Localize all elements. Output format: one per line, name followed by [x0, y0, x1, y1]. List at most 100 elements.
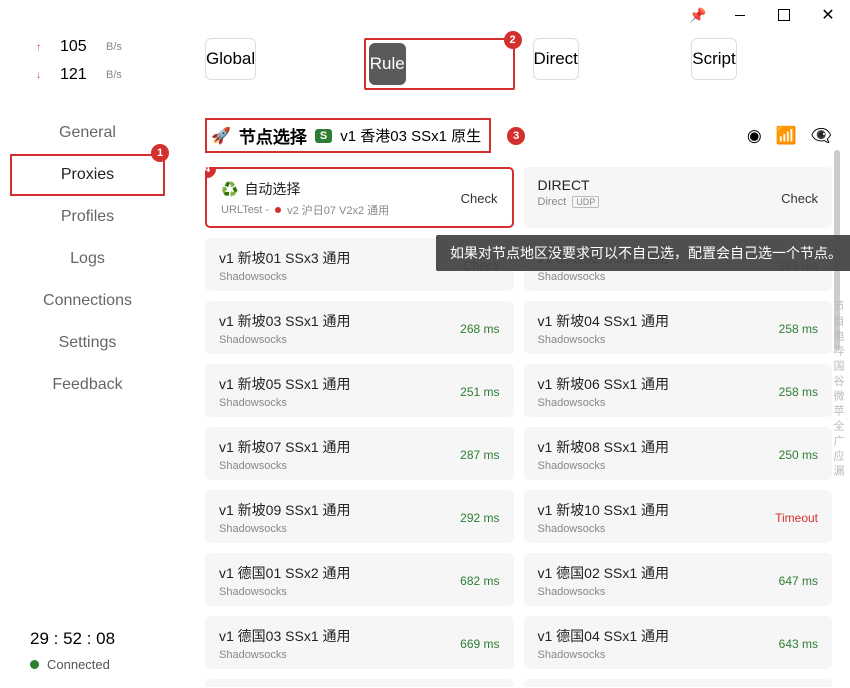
mode-rule[interactable]: Rule: [369, 43, 406, 85]
card-title: v1 新坡07 SSx1 通用: [219, 437, 351, 457]
card-subtitle: Shadowsocks: [219, 271, 287, 283]
pin-icon[interactable]: 📌: [678, 0, 718, 30]
card-title: v1 德国04 SSx1 通用: [538, 626, 670, 646]
status-panel: 29 : 52 : 08 Connected: [0, 617, 175, 688]
timer: 29 : 52 : 08: [30, 629, 175, 649]
proxy-card[interactable]: DIRECTDirectUDPCheck: [524, 167, 833, 228]
card-title: 自动选择: [244, 179, 300, 199]
proxy-card[interactable]: v1 新坡05 SSx1 通用 Shadowsocks 251 ms: [205, 364, 514, 417]
card-title: v1 新坡05 SSx1 通用: [219, 374, 351, 394]
nav-logs[interactable]: Logs: [0, 238, 175, 280]
main-panel: Global 2 Rule Direct Script 🚀 节点选择 S v1 …: [175, 30, 850, 688]
tooltip: 如果对节点地区没要求可以不自己选，配置会自己选一个节点。: [436, 235, 850, 271]
mode-direct[interactable]: Direct: [533, 38, 579, 80]
proxy-card[interactable]: v1 新坡07 SSx1 通用 Shadowsocks 287 ms: [205, 427, 514, 480]
proxy-card[interactable]: v1 德国02 SSx1 通用 Shadowsocks 647 ms: [524, 553, 833, 606]
minimize-button[interactable]: [718, 0, 762, 30]
proxy-card[interactable]: v1 新坡08 SSx1 通用 Shadowsocks 250 ms: [524, 427, 833, 480]
udp-badge: UDP: [572, 196, 599, 208]
card-subtitle: Shadowsocks: [219, 586, 287, 598]
card-subtitle: URLTest -: [221, 204, 269, 216]
card-title: v1 新坡01 SSx3 通用: [219, 248, 351, 268]
proxy-card[interactable]: v1 新坡04 SSx1 通用 Shadowsocks 258 ms: [524, 301, 833, 354]
proxy-card[interactable]: [524, 679, 833, 687]
latency-value: 251 ms: [460, 385, 499, 399]
latency-value: 647 ms: [779, 574, 818, 588]
latency-value: 643 ms: [779, 637, 818, 651]
card-title: v1 新坡03 SSx1 通用: [219, 311, 351, 331]
card-subtitle: Shadowsocks: [538, 334, 606, 346]
close-button[interactable]: ✕: [806, 0, 850, 30]
mode-tabs: Global 2 Rule Direct Script: [205, 38, 832, 90]
speed-meter: ↑ 105 B/s ↓ 121 B/s: [0, 38, 175, 112]
rocket-icon: 🚀: [211, 126, 231, 146]
card-subtitle: Shadowsocks: [219, 523, 287, 535]
mode-script[interactable]: Script: [691, 38, 736, 80]
download-speed: 121: [60, 66, 90, 84]
connected-label: Connected: [47, 657, 110, 672]
download-arrow-icon: ↓: [36, 70, 44, 81]
wifi-icon[interactable]: 📶: [776, 126, 797, 146]
window-titlebar: 📌 ✕: [0, 0, 850, 30]
latency-value: Timeout: [775, 511, 818, 525]
nav-general[interactable]: General: [0, 112, 175, 154]
card-subtitle: Shadowsocks: [219, 649, 287, 661]
proxy-card[interactable]: v1 新坡09 SSx1 通用 Shadowsocks 292 ms: [205, 490, 514, 543]
card-subtitle: Direct: [538, 196, 567, 208]
card-title: v1 新坡06 SSx1 通用: [538, 374, 670, 394]
latency-value: 250 ms: [779, 448, 818, 462]
latency-value: 258 ms: [779, 322, 818, 336]
section-title: 节点选择: [239, 123, 307, 148]
proxy-card[interactable]: v1 德国04 SSx1 通用Shadowsocks643 ms: [524, 616, 833, 669]
proxy-card[interactable]: ♻️自动选择URLTest - v2 沪日07 V2x2 通用Check4: [205, 167, 514, 228]
speed-unit: B/s: [106, 69, 122, 81]
card-title: v1 德国02 SSx1 通用: [538, 563, 670, 583]
card-subtitle: Shadowsocks: [538, 460, 606, 472]
latency-value: 669 ms: [460, 637, 499, 651]
card-subtitle: Shadowsocks: [219, 397, 287, 409]
proxy-card[interactable]: v1 新坡10 SSx1 通用 Shadowsocks Timeout: [524, 490, 833, 543]
s-badge: S: [315, 129, 332, 143]
sidebar: ↑ 105 B/s ↓ 121 B/s General 1 Proxies Pr…: [0, 30, 175, 688]
latency-value: 682 ms: [460, 574, 499, 588]
header-actions: ◉ 📶 👁‍🗨: [747, 126, 832, 146]
card-title: v1 新坡08 SSx1 通用: [538, 437, 670, 457]
red-dot-icon: [275, 207, 281, 213]
proxy-card[interactable]: v1 德国05 SSx1 通用Shadowsocks: [205, 679, 514, 687]
eye-off-icon[interactable]: 👁‍🗨: [811, 126, 832, 146]
annotation-1: 1: [151, 144, 169, 162]
card-title: DIRECT: [538, 177, 590, 193]
card-subtitle: Shadowsocks: [219, 334, 287, 346]
annotation-2: 2: [504, 31, 522, 49]
maximize-button[interactable]: [762, 0, 806, 30]
speedtest-icon[interactable]: ◉: [747, 126, 762, 146]
mode-global[interactable]: Global: [205, 38, 256, 80]
card-subtitle: Shadowsocks: [538, 523, 606, 535]
proxy-card[interactable]: v1 德国03 SSx1 通用 Shadowsocks 669 ms: [205, 616, 514, 669]
card-title: v1 新坡04 SSx1 通用: [538, 311, 670, 331]
proxy-card[interactable]: v1 德国01 SSx2 通用Shadowsocks682 ms: [205, 553, 514, 606]
card-title: v1 新坡10 SSx1 通用: [538, 500, 670, 520]
selected-node: v1 香港03 SSx1 原生: [340, 125, 481, 146]
card-title: v1 新坡09 SSx1 通用: [219, 500, 351, 520]
latency-value: 258 ms: [779, 385, 818, 399]
section-header: 🚀 节点选择 S v1 香港03 SSx1 原生 3 ◉ 📶 👁‍🗨: [205, 118, 832, 153]
latency-value: Check: [461, 191, 498, 206]
latency-value: 287 ms: [460, 448, 499, 462]
card-subtitle: Shadowsocks: [538, 586, 606, 598]
section-title-box[interactable]: 🚀 节点选择 S v1 香港03 SSx1 原生: [205, 118, 491, 153]
nav-settings[interactable]: Settings: [0, 322, 175, 364]
proxy-card[interactable]: v1 新坡03 SSx1 通用Shadowsocks268 ms: [205, 301, 514, 354]
status-dot-icon: [30, 660, 39, 669]
card-subtitle: Shadowsocks: [219, 460, 287, 472]
nav-feedback[interactable]: Feedback: [0, 364, 175, 406]
nav-proxies[interactable]: Proxies: [10, 154, 165, 196]
card-title: v1 德国03 SSx1 通用: [219, 626, 351, 646]
proxy-card[interactable]: v1 新坡06 SSx1 通用Shadowsocks258 ms: [524, 364, 833, 417]
side-char-strip: 节自电哔国谷微苹全广应漏: [830, 300, 846, 480]
recycle-icon: ♻️: [221, 181, 238, 198]
nav-connections[interactable]: Connections: [0, 280, 175, 322]
latency-value: 292 ms: [460, 511, 499, 525]
connection-status: Connected: [30, 657, 175, 672]
nav-profiles[interactable]: Profiles: [0, 196, 175, 238]
